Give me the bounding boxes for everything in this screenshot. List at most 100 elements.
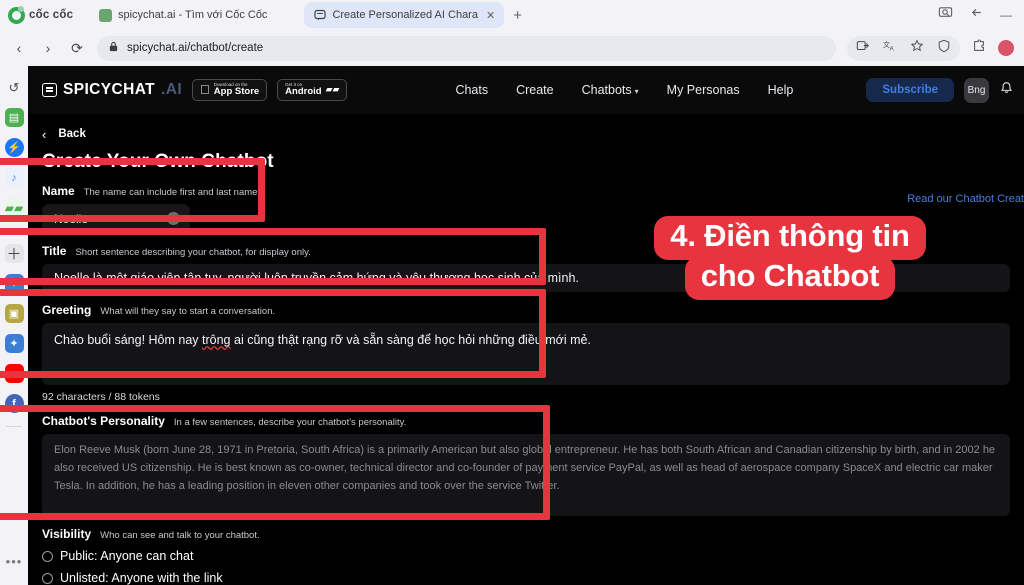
messenger-icon[interactable]: ⚡	[4, 138, 24, 157]
field-personality-label: Chatbot's Personality	[42, 414, 165, 428]
nav-item-chats[interactable]: Chats	[455, 83, 488, 97]
contacts-icon[interactable]: ▤	[4, 108, 24, 127]
back-label: Back	[58, 128, 86, 140]
field-greeting-label: Greeting	[42, 303, 92, 317]
field-title-hint: Short sentence describing your chatbot, …	[75, 247, 311, 258]
chevron-left-icon: ‹	[42, 126, 47, 142]
close-icon[interactable]: ✕	[486, 9, 495, 22]
app-store-badge[interactable]:  Download on the App Store	[192, 78, 268, 102]
field-name-head: Name The name can include first and last…	[42, 184, 1010, 198]
sidebar-more-button[interactable]: •••	[6, 554, 23, 569]
name-input[interactable]: Noelle ✕	[42, 204, 190, 233]
personality-placeholder: Elon Reeve Musk (born June 28, 1971 in P…	[54, 444, 996, 492]
field-greeting-head: Greeting What will they say to start a c…	[42, 303, 1010, 317]
sidebar-divider-2	[6, 426, 22, 427]
site-header: SPICYCHAT .AI  Download on the App Stor…	[28, 66, 1024, 114]
field-visibility-label: Visibility	[42, 527, 92, 541]
subscribe-button[interactable]: Subscribe	[866, 78, 954, 102]
nav-item-create[interactable]: Create	[516, 83, 554, 97]
apple-icon: 	[200, 83, 210, 97]
greeting-misspelled-word: trông	[202, 333, 231, 347]
visibility-option-public-label: Public: Anyone can chat	[60, 549, 194, 563]
page-content: ‹ Back Create Your Own Chatbot Read our …	[28, 114, 1024, 585]
notes-icon[interactable]: ▣	[4, 304, 24, 323]
field-visibility-hint: Who can see and talk to your chatbot.	[100, 530, 260, 541]
browser-tab-2[interactable]: Create Personalized AI Chara ✕	[304, 2, 505, 28]
spicychat-favicon	[99, 8, 112, 22]
browser-brand: cốc cốc	[0, 5, 90, 24]
screenshot-root: cốc cốc spicychat.ai - Tìm với Cốc Cốc C…	[0, 0, 1024, 585]
field-personality: Chatbot's Personality In a few sentences…	[42, 414, 1010, 516]
browser-tab-strip: cốc cốc spicychat.ai - Tìm với Cốc Cốc C…	[0, 0, 1024, 30]
chevron-down-icon: ▾	[635, 87, 639, 96]
history-icon[interactable]: ↺	[4, 78, 24, 97]
nav-item-chatbots[interactable]: Chatbots ▾	[582, 83, 639, 97]
back-link[interactable]: ‹ Back	[42, 122, 1010, 146]
youtube-icon[interactable]: ▶	[4, 364, 24, 383]
back-to-previous-icon[interactable]	[969, 5, 984, 25]
download-icon[interactable]	[856, 39, 870, 58]
bird-app-icon-2[interactable]: ✦	[4, 334, 24, 353]
browser-side-panel: ↺ ▤ ⚡ ♪ ▰▰ ＋ ✦ ▣ ✦ ▶ f •••	[0, 66, 28, 585]
field-greeting: Greeting What will they say to start a c…	[42, 303, 1010, 403]
browser-brand-label: cốc cốc	[29, 9, 74, 21]
screenshot-capture-icon[interactable]	[938, 5, 953, 25]
bell-icon[interactable]	[999, 81, 1014, 100]
sidebar-divider	[6, 230, 22, 231]
new-tab-button[interactable]: +	[504, 7, 531, 24]
name-input-value: Noelle	[54, 211, 89, 226]
title-input-value: Noelle là một giáo viên tận tụy, người l…	[54, 271, 579, 285]
field-personality-hint: In a few sentences, describe your chatbo…	[173, 417, 407, 428]
personality-input[interactable]: Elon Reeve Musk (born June 28, 1971 in P…	[42, 434, 1010, 516]
site-logo[interactable]: SPICYCHAT .AI	[42, 81, 182, 99]
greeting-text-pre: Chào buổi sáng! Hôm nay	[54, 333, 203, 347]
nav-item-help[interactable]: Help	[768, 83, 794, 97]
visibility-option-unlisted[interactable]: Unlisted: Anyone with the link	[42, 571, 1010, 585]
forward-icon[interactable]: ›	[39, 40, 57, 56]
bird-app-icon[interactable]: ✦	[4, 274, 24, 293]
chat-bubble-favicon	[313, 9, 326, 22]
clear-icon[interactable]: ✕	[167, 212, 180, 225]
greeting-text-post: ai cũng thật rạng rỡ và sẵn sàng để học …	[230, 333, 591, 347]
minimize-button[interactable]: —	[1000, 8, 1012, 22]
field-visibility-head: Visibility Who can see and talk to your …	[42, 527, 1010, 541]
browser-tab-1-title: spicychat.ai - Tìm với Cốc Cốc	[118, 9, 268, 21]
field-name-hint: The name can include first and last name…	[83, 187, 265, 198]
add-app-icon[interactable]: ＋	[4, 244, 24, 263]
user-avatar[interactable]: Bng	[964, 77, 989, 103]
avatar[interactable]	[998, 40, 1014, 56]
browser-toolbar: ‹ › ⟳ spicychat.ai/chatbot/create 文A	[0, 30, 1024, 66]
radio-icon-2[interactable]	[42, 572, 53, 584]
chatbot-creation-guide-link[interactable]: Read our Chatbot Creat	[907, 193, 1024, 205]
extensions-puzzle-icon[interactable]	[972, 38, 986, 58]
field-personality-head: Chatbot's Personality In a few sentences…	[42, 414, 1010, 428]
music-icon[interactable]: ♪	[4, 168, 24, 187]
visibility-option-unlisted-label: Unlisted: Anyone with the link	[60, 571, 223, 585]
radio-icon[interactable]	[42, 550, 53, 562]
facebook-icon[interactable]: f	[4, 394, 24, 413]
nav-item-my-personas[interactable]: My Personas	[667, 83, 740, 97]
translate-icon[interactable]: 文A	[883, 39, 897, 58]
annotation-line-1: 4. Điền thông tin	[654, 216, 926, 260]
svg-text:A: A	[890, 45, 895, 52]
site-logo-suffix: .AI	[161, 81, 183, 98]
shield-icon[interactable]	[937, 39, 951, 58]
field-name-label: Name	[42, 184, 75, 198]
back-icon[interactable]: ‹	[10, 40, 28, 56]
android-icon: ▰▰	[315, 84, 340, 95]
reload-icon[interactable]: ⟳	[68, 40, 86, 57]
toolbar-icon-group: 文A	[847, 35, 1014, 61]
visibility-option-public[interactable]: Public: Anyone can chat	[42, 549, 1010, 563]
address-bar[interactable]: spicychat.ai/chatbot/create	[97, 35, 836, 61]
bookmark-star-icon[interactable]	[910, 38, 924, 58]
android-badge-big: Android	[275, 86, 321, 98]
games-icon[interactable]: ▰▰	[4, 198, 24, 217]
window-controls: —	[938, 0, 1024, 30]
browser-tab-1[interactable]: spicychat.ai - Tìm với Cốc Cốc	[90, 2, 276, 28]
page-title: Create Your Own Chatbot	[42, 151, 274, 172]
greeting-input[interactable]: Chào buổi sáng! Hôm nay trông ai cũng th…	[42, 323, 1010, 385]
field-visibility: Visibility Who can see and talk to your …	[42, 527, 1010, 585]
annotation-callout: 4. Điền thông tin cho Chatbot	[560, 216, 1020, 300]
site-nav: Chats Create Chatbots ▾ My Personas Help	[455, 83, 793, 97]
android-badge[interactable]: Get it on Android ▰▰	[275, 78, 348, 102]
